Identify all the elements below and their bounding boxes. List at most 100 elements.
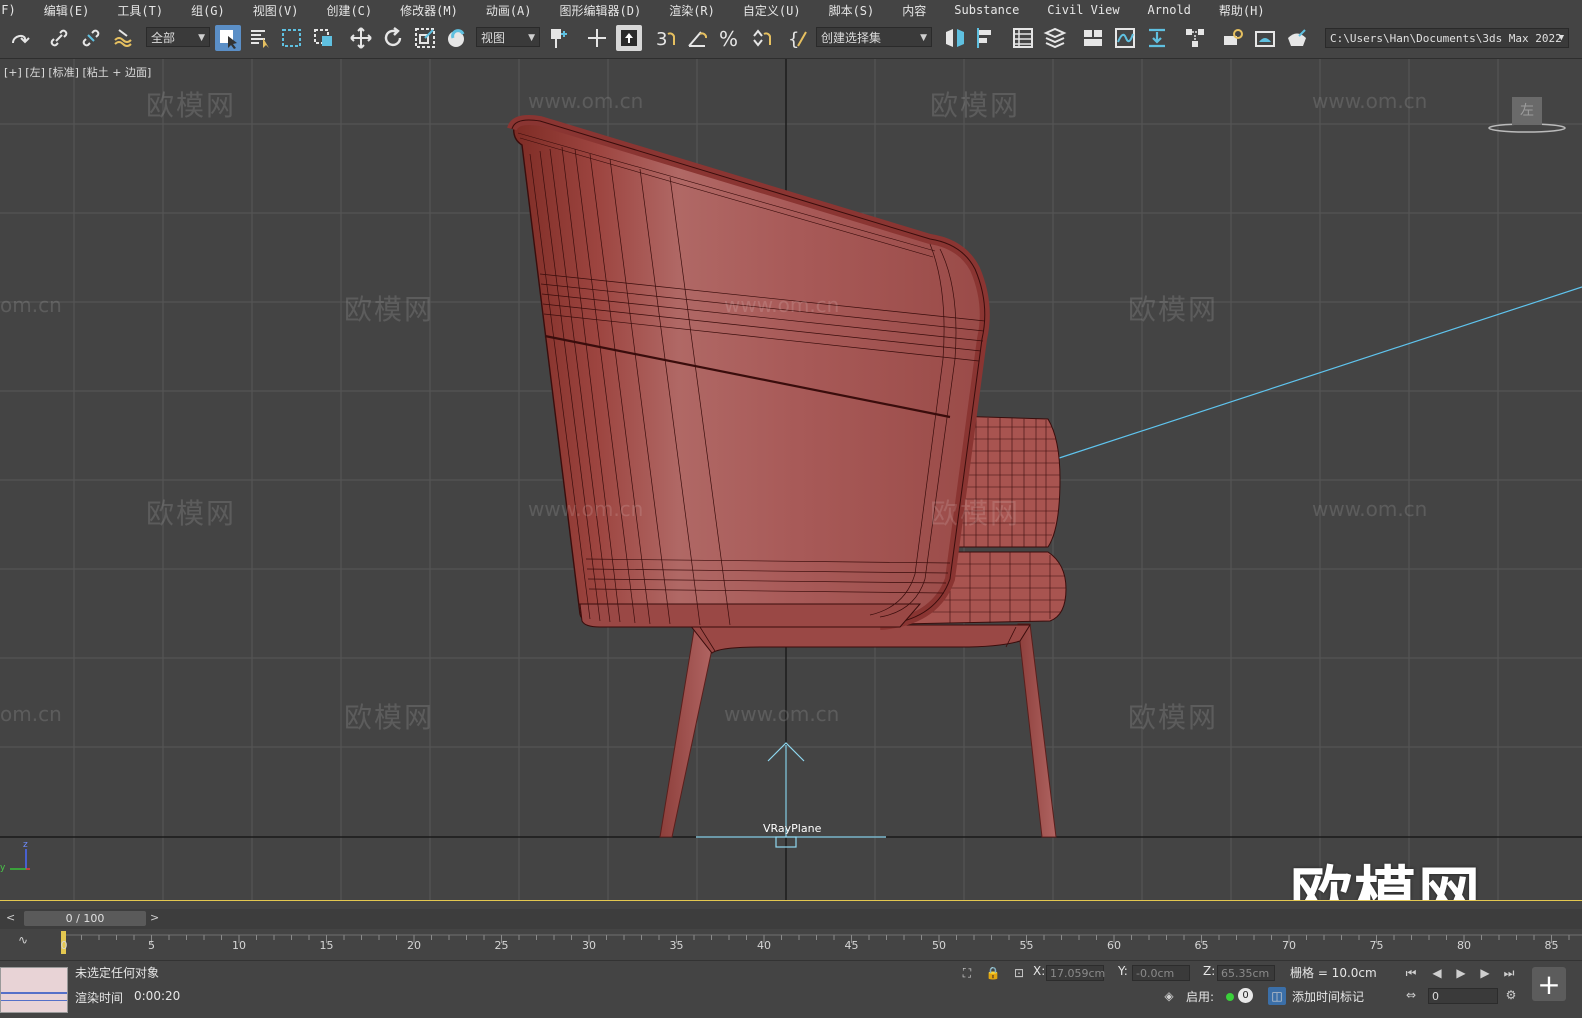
selection-filter-dropdown[interactable]: 全部 ▼ [146, 27, 210, 47]
x-coord-field[interactable]: 17.059cm [1046, 965, 1105, 981]
window-crossing-icon[interactable] [311, 25, 337, 51]
time-slider-next[interactable]: > [150, 911, 159, 924]
svg-text:{: { [788, 29, 799, 50]
menu-item[interactable]: 自定义(U) [729, 2, 815, 19]
watermark: www.om.cn [528, 497, 644, 521]
current-frame-field[interactable]: 0 [1428, 988, 1498, 1004]
menu-item[interactable]: Civil View [1033, 3, 1133, 17]
menu-item[interactable]: 修改器(M) [386, 2, 472, 19]
toggle-ribbon-icon[interactable] [1080, 25, 1106, 51]
render-production-icon[interactable] [1284, 25, 1310, 51]
curve-editor-icon[interactable] [1112, 25, 1138, 51]
rotate-icon[interactable] [380, 25, 406, 51]
watermark: 欧模网 [344, 293, 435, 326]
menu-item[interactable]: Substance [940, 3, 1033, 17]
watermark: 欧模网 [1128, 293, 1219, 326]
chair-shell [512, 118, 986, 626]
scale-icon[interactable] [412, 25, 438, 51]
watermark: 欧模网 [930, 497, 1021, 530]
go-to-end-icon[interactable]: ⏭ [1500, 964, 1518, 982]
angle-snap-icon[interactable] [684, 25, 710, 51]
watermark: 欧模网 [1128, 701, 1219, 734]
y-coord-field[interactable]: -0.0cm [1132, 965, 1190, 981]
menu-item[interactable]: 动画(A) [472, 2, 546, 19]
material-editor-icon[interactable] [1182, 25, 1208, 51]
keyboard-shortcut-override-icon[interactable] [616, 25, 642, 51]
menu-item[interactable]: 帮助(H) [1205, 2, 1279, 19]
bind-spacewarp-icon[interactable] [110, 25, 136, 51]
pivot-center-icon[interactable] [546, 25, 572, 51]
curve-editor-mini-icon[interactable]: ∿ [18, 933, 28, 947]
time-slider-thumb[interactable]: 0 / 100 [24, 911, 146, 926]
status-indicator-icon [1226, 993, 1234, 1001]
menu-item[interactable]: 脚本(S) [815, 2, 889, 19]
z-coord-field[interactable]: 65.35cm [1217, 965, 1275, 981]
track-tick-label: 20 [407, 939, 421, 952]
enable-count-badge[interactable]: 0 [1238, 988, 1253, 1003]
track-tick-label: 60 [1107, 939, 1121, 952]
menu-item[interactable]: 工具(T) [103, 2, 177, 19]
menu-item[interactable]: (F) [0, 3, 30, 17]
chair-model [507, 115, 1067, 838]
viewcube[interactable]: 左 [1512, 97, 1542, 125]
mirror-icon[interactable] [942, 25, 968, 51]
unlink-icon[interactable] [78, 25, 104, 51]
menu-item[interactable]: 视图(V) [239, 2, 313, 19]
spinner-snap-icon[interactable] [748, 25, 774, 51]
placement-icon[interactable] [444, 25, 470, 51]
enable-label: 启用: [1186, 990, 1215, 1004]
watermark: www.om.cn [724, 293, 840, 317]
watermark: om.cn [0, 293, 62, 317]
maxscript-listener-thumbnail[interactable] [0, 967, 68, 1013]
menu-item[interactable]: 创建(C) [312, 2, 386, 19]
select-manipulate-icon[interactable] [584, 25, 610, 51]
time-slider-prev[interactable]: < [6, 911, 15, 924]
viewport-label[interactable]: [+] [左] [标准] [粘土 + 边面] [4, 64, 151, 80]
play-icon[interactable]: ▶ [1452, 964, 1470, 982]
select-object-icon[interactable] [215, 25, 241, 51]
next-frame-icon[interactable]: ▶ [1476, 964, 1494, 982]
lock-selection-icon[interactable]: 🔒 [984, 964, 1002, 982]
menu-item[interactable]: 渲染(R) [655, 2, 729, 19]
menu-item[interactable]: 组(G) [177, 2, 239, 19]
snaps-toggle-icon[interactable]: 3 [652, 25, 678, 51]
menu-item[interactable]: 编辑(E) [30, 2, 104, 19]
go-to-start-icon[interactable]: ⏮ [1402, 964, 1420, 982]
move-icon[interactable] [348, 25, 374, 51]
rectangular-selection-icon[interactable] [279, 25, 305, 51]
add-time-tag[interactable]: 添加时间标记 [1292, 988, 1364, 1005]
named-selection-set-dropdown[interactable]: 创建选择集 ▼ [816, 27, 932, 47]
key-mode-icon[interactable]: ⇔ [1402, 986, 1420, 1004]
time-slider[interactable]: < 0 / 100 > [0, 909, 1582, 929]
percent-snap-icon[interactable]: % [716, 25, 742, 51]
menu-item[interactable]: 图形编辑器(D) [546, 2, 656, 19]
time-tag-icon[interactable]: ◫ [1268, 987, 1286, 1005]
track-tick-label: 45 [844, 939, 859, 952]
track-bar[interactable]: ∿ 0 5 10 15 20 25 30 35 40 45 50 55 60 65 70 75 80 85 [0, 931, 1582, 959]
rendered-frame-window-icon[interactable] [1252, 25, 1278, 51]
time-configuration-icon[interactable]: ⚙ [1502, 986, 1520, 1004]
menu-item[interactable]: 内容 [888, 2, 940, 19]
link-icon[interactable] [46, 25, 72, 51]
menu-item[interactable]: Arnold [1134, 3, 1205, 17]
render-setup-icon[interactable] [1220, 25, 1246, 51]
scene-explorer-icon[interactable] [1010, 25, 1036, 51]
reference-coordinate-dropdown[interactable]: 视图 ▼ [476, 27, 540, 47]
select-by-name-icon[interactable] [247, 25, 273, 51]
schematic-view-icon[interactable] [1144, 25, 1170, 51]
track-tick-label: 75 [1369, 939, 1384, 952]
add-viewport-button[interactable]: + [1532, 967, 1566, 1001]
isolate-selection-icon[interactable]: ⛶ [958, 964, 976, 982]
edit-named-selection-icon[interactable]: { [786, 25, 812, 51]
redo-icon[interactable] [6, 25, 32, 51]
project-path-field[interactable]: C:\Users\Han\Documents\3ds Max 2022 ▼ [1325, 28, 1569, 48]
previous-frame-icon[interactable]: ◀ [1428, 964, 1446, 982]
align-icon[interactable] [974, 25, 1000, 51]
track-tick-label: 85 [1544, 939, 1559, 952]
track-tick-label: 40 [757, 939, 771, 952]
layer-explorer-icon[interactable] [1042, 25, 1068, 51]
absolute-transform-icon[interactable]: ⊡ [1010, 964, 1028, 982]
left-viewport[interactable]: 欧模网 www.om.cn 欧模网 www.om.cn om.cn 欧模网 ww… [0, 59, 1582, 901]
shield-icon[interactable]: ◈ [1160, 987, 1178, 1005]
watermark: om.cn [0, 702, 62, 726]
